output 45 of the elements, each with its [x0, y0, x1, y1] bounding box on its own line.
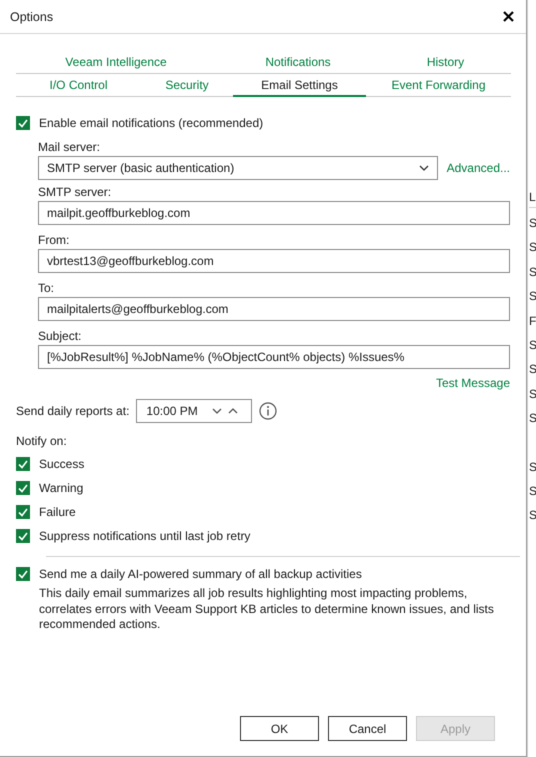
- tab[interactable]: Event Forwarding: [366, 74, 511, 97]
- chevron-down-icon: [418, 165, 429, 171]
- checkbox-label: Warning: [39, 481, 84, 495]
- tab[interactable]: Security: [141, 74, 233, 97]
- input-field[interactable]: vbrtest13@geoffburkeblog.com: [38, 249, 510, 273]
- checkbox[interactable]: [16, 529, 30, 543]
- tab[interactable]: Email Settings: [233, 74, 366, 97]
- description-text: This daily email summarizes all job results highlighting most impacting problems, correlates errors with Veeam Support KB articles to determine known issues, and lists recommended actions.: [38, 586, 495, 632]
- info-icon[interactable]: [259, 402, 278, 420]
- field-label: SMTP server:: [38, 184, 112, 201]
- checkbox[interactable]: [16, 481, 30, 495]
- checkbox-label: Enable email notifications (recommended): [39, 116, 264, 130]
- field-label: Subject:: [38, 328, 82, 345]
- checkbox[interactable]: [16, 505, 30, 519]
- test-message-link[interactable]: Test Message: [436, 376, 510, 390]
- tab[interactable]: I/O Control: [16, 74, 141, 97]
- time-picker[interactable]: 10:00 PM: [136, 399, 252, 423]
- section-label: Notify on:: [16, 433, 68, 450]
- chevron-up-icon[interactable]: [228, 408, 238, 414]
- dialog-button[interactable]: Cancel: [328, 716, 407, 741]
- close-icon[interactable]: [503, 11, 514, 22]
- window-title: Options: [10, 10, 54, 24]
- mail-server-dropdown[interactable]: SMTP server (basic authentication): [38, 156, 438, 180]
- tab[interactable]: Notifications: [216, 51, 380, 74]
- checkbox-label: Success: [39, 457, 84, 471]
- chevron-down-icon[interactable]: [212, 408, 222, 414]
- table-cell-text: F: [529, 312, 536, 330]
- checkbox-label: Send me a daily AI-powered summary of all backup activities: [39, 567, 362, 581]
- tab[interactable]: Veeam Intelligence: [16, 51, 216, 74]
- field-label: From:: [38, 232, 70, 249]
- tab[interactable]: History: [380, 51, 511, 74]
- checkbox[interactable]: [16, 116, 30, 130]
- dialog-button[interactable]: OK: [240, 716, 319, 741]
- field-label: To:: [38, 280, 56, 297]
- input-field[interactable]: mailpit.geoffburkeblog.com: [38, 201, 510, 225]
- input-field[interactable]: mailpitalerts@geoffburkeblog.com: [38, 297, 510, 321]
- input-field[interactable]: [%JobResult%] %JobName% (%ObjectCount% objects) %Issues%: [38, 345, 510, 369]
- checkbox[interactable]: [16, 457, 30, 471]
- checkbox-label: Suppress notifications until last job retry: [39, 529, 250, 543]
- checkbox-label: Failure: [39, 505, 76, 519]
- advanced-link[interactable]: Advanced...: [446, 161, 510, 175]
- column-header: L: [529, 188, 536, 208]
- field-label: Mail server:: [38, 139, 102, 156]
- checkbox[interactable]: [16, 567, 30, 581]
- field-label: Send daily reports at:: [16, 404, 130, 418]
